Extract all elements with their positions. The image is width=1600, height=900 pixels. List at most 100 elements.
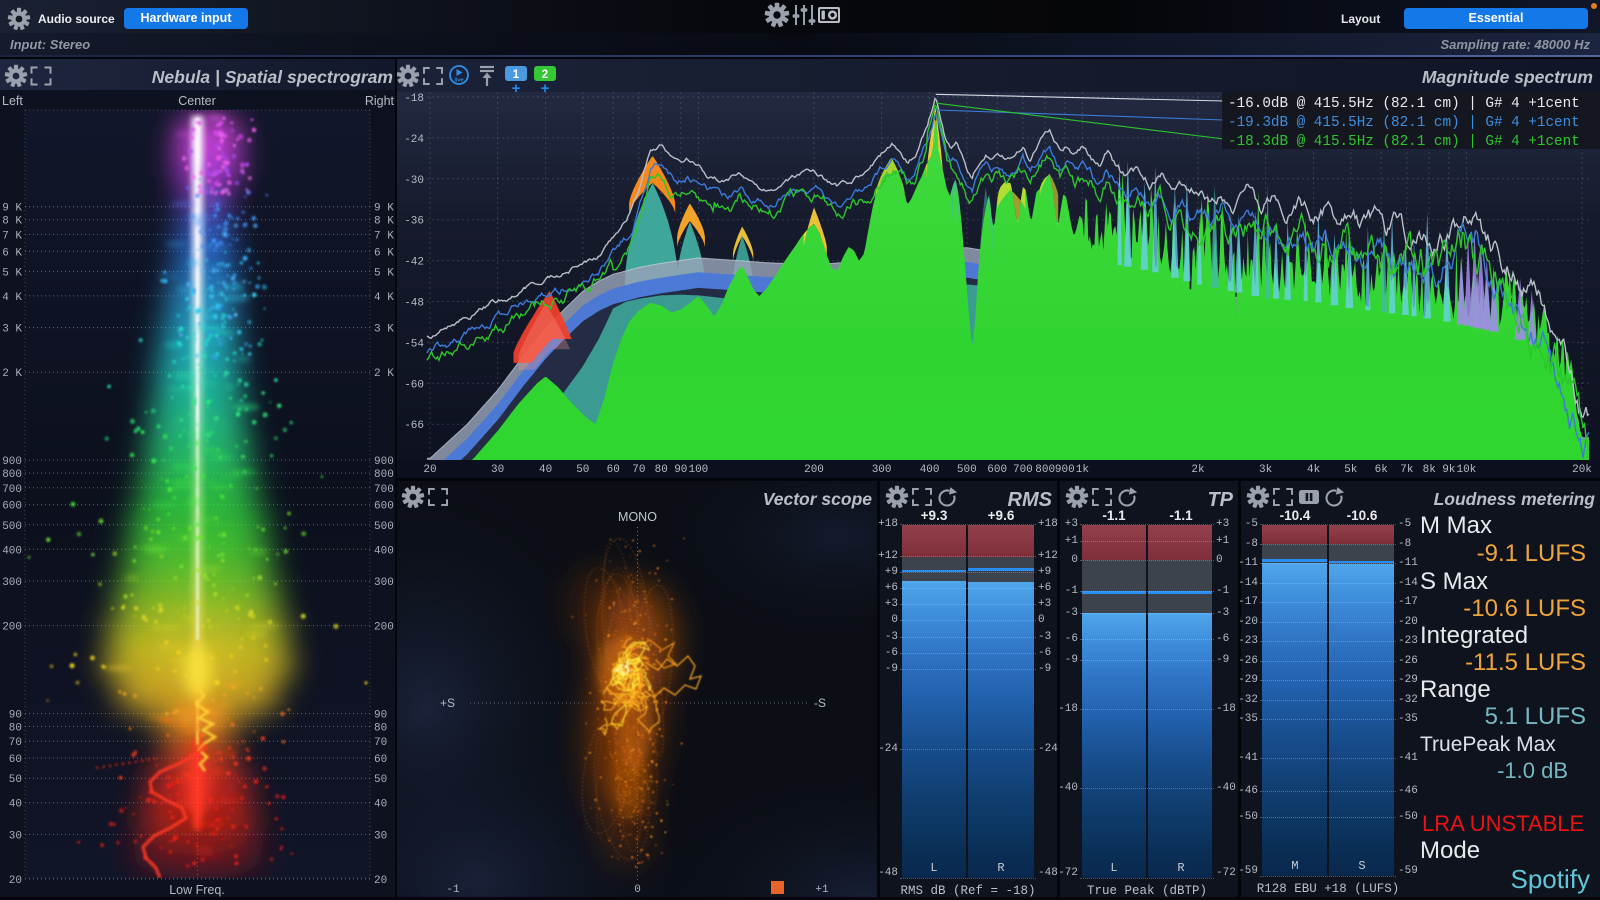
svg-text:live: live [454, 78, 463, 84]
svg-text:+S: +S [440, 696, 455, 710]
svg-text:800: 800 [1035, 464, 1055, 476]
svg-text:600: 600 [2, 501, 22, 513]
svg-text:6 K: 6 K [2, 247, 22, 259]
svg-text:Vector scope: Vector scope [763, 489, 873, 509]
svg-text:5k: 5k [1344, 464, 1358, 476]
svg-text:400: 400 [920, 464, 940, 476]
svg-text:8 K: 8 K [2, 216, 22, 228]
svg-text:200: 200 [804, 464, 824, 476]
svg-text:-54: -54 [404, 338, 424, 350]
svg-text:5 K: 5 K [374, 267, 394, 279]
svg-text:Low Freq.: Low Freq. [169, 883, 225, 897]
svg-text:600: 600 [987, 464, 1007, 476]
svg-text:700: 700 [2, 484, 22, 496]
svg-text:300: 300 [872, 464, 892, 476]
svg-text:100: 100 [688, 464, 708, 476]
svg-text:3 K: 3 K [374, 324, 394, 336]
svg-text:800: 800 [2, 469, 22, 481]
svg-text:2k: 2k [1191, 464, 1205, 476]
svg-text:-42: -42 [404, 257, 424, 269]
svg-text:40: 40 [9, 799, 22, 811]
svg-text:80: 80 [9, 723, 22, 735]
svg-text:900: 900 [374, 456, 394, 468]
svg-text:7k: 7k [1400, 464, 1414, 476]
svg-text:70: 70 [9, 737, 22, 749]
svg-text:20k: 20k [1572, 464, 1592, 476]
svg-text:40: 40 [539, 464, 552, 476]
svg-text:50: 50 [374, 774, 387, 786]
svg-text:-1: -1 [446, 884, 460, 896]
svg-text:8 K: 8 K [374, 216, 394, 228]
svg-text:90: 90 [674, 464, 687, 476]
svg-text:0: 0 [634, 884, 641, 896]
svg-text:800: 800 [374, 469, 394, 481]
svg-text:70: 70 [632, 464, 645, 476]
svg-text:-60: -60 [404, 379, 424, 391]
svg-text:600: 600 [374, 501, 394, 513]
svg-text:5 K: 5 K [2, 267, 22, 279]
svg-text:90: 90 [9, 710, 22, 722]
svg-text:Center: Center [178, 94, 216, 108]
svg-text:-16.0dB @ 415.5Hz (82.1 cm) |: -16.0dB @ 415.5Hz (82.1 cm) | G# 4 +1cen… [1228, 96, 1580, 112]
svg-text:900: 900 [1055, 464, 1075, 476]
svg-text:20: 20 [9, 875, 22, 887]
svg-text:40: 40 [374, 799, 387, 811]
svg-text:-48: -48 [404, 298, 424, 310]
svg-text:+1: +1 [815, 884, 829, 896]
svg-text:9 K: 9 K [2, 203, 22, 215]
svg-text:4 K: 4 K [374, 292, 394, 304]
svg-text:+: + [512, 80, 521, 97]
svg-text:60: 60 [607, 464, 620, 476]
svg-text:400: 400 [374, 545, 394, 557]
svg-text:4 K: 4 K [2, 292, 22, 304]
svg-text:6k: 6k [1375, 464, 1389, 476]
svg-text:9 K: 9 K [374, 203, 394, 215]
svg-text:3 K: 3 K [2, 324, 22, 336]
svg-text:60: 60 [9, 754, 22, 766]
svg-text:500: 500 [374, 521, 394, 533]
svg-text:80: 80 [655, 464, 668, 476]
svg-text:8k: 8k [1423, 464, 1437, 476]
svg-text:700: 700 [1013, 464, 1033, 476]
svg-text:-66: -66 [404, 420, 424, 432]
svg-text:50: 50 [9, 774, 22, 786]
svg-text:6 K: 6 K [374, 247, 394, 259]
svg-text:+: + [541, 80, 550, 97]
svg-text:80: 80 [374, 723, 387, 735]
svg-text:300: 300 [374, 577, 394, 589]
svg-text:Left: Left [2, 94, 23, 108]
svg-text:30: 30 [9, 830, 22, 842]
svg-text:-30: -30 [404, 175, 424, 187]
svg-text:-36: -36 [404, 216, 424, 228]
svg-text:7 K: 7 K [374, 230, 394, 242]
svg-text:4k: 4k [1307, 464, 1321, 476]
svg-text:20: 20 [423, 464, 436, 476]
svg-text:90: 90 [374, 710, 387, 722]
svg-text:500: 500 [957, 464, 977, 476]
svg-text:700: 700 [374, 484, 394, 496]
svg-text:200: 200 [374, 622, 394, 634]
svg-text:2 K: 2 K [374, 368, 394, 380]
svg-text:10k: 10k [1456, 464, 1476, 476]
svg-text:Nebula | Spatial spectrogram: Nebula | Spatial spectrogram [152, 67, 393, 87]
svg-text:900: 900 [2, 456, 22, 468]
svg-text:60: 60 [374, 754, 387, 766]
svg-text:1k: 1k [1076, 464, 1090, 476]
svg-text:3k: 3k [1259, 464, 1273, 476]
svg-text:Right: Right [365, 94, 395, 108]
svg-text:200: 200 [2, 622, 22, 634]
svg-text:Magnitude spectrum: Magnitude spectrum [1422, 67, 1593, 87]
svg-text:500: 500 [2, 521, 22, 533]
svg-text:9k: 9k [1442, 464, 1456, 476]
svg-text:400: 400 [2, 545, 22, 557]
svg-text:2 K: 2 K [2, 368, 22, 380]
svg-text:-S: -S [814, 696, 826, 710]
svg-text:-18: -18 [404, 93, 424, 105]
svg-text:30: 30 [374, 830, 387, 842]
svg-text:30: 30 [491, 464, 504, 476]
svg-text:-19.3dB @ 415.5Hz (82.1 cm) |: -19.3dB @ 415.5Hz (82.1 cm) | G# 4 +1cen… [1228, 115, 1580, 131]
svg-text:70: 70 [374, 737, 387, 749]
svg-text:-24: -24 [404, 134, 424, 146]
svg-text:20: 20 [374, 875, 387, 887]
svg-text:-18.3dB @ 415.5Hz (82.1 cm) |: -18.3dB @ 415.5Hz (82.1 cm) | G# 4 +1cen… [1228, 134, 1580, 150]
